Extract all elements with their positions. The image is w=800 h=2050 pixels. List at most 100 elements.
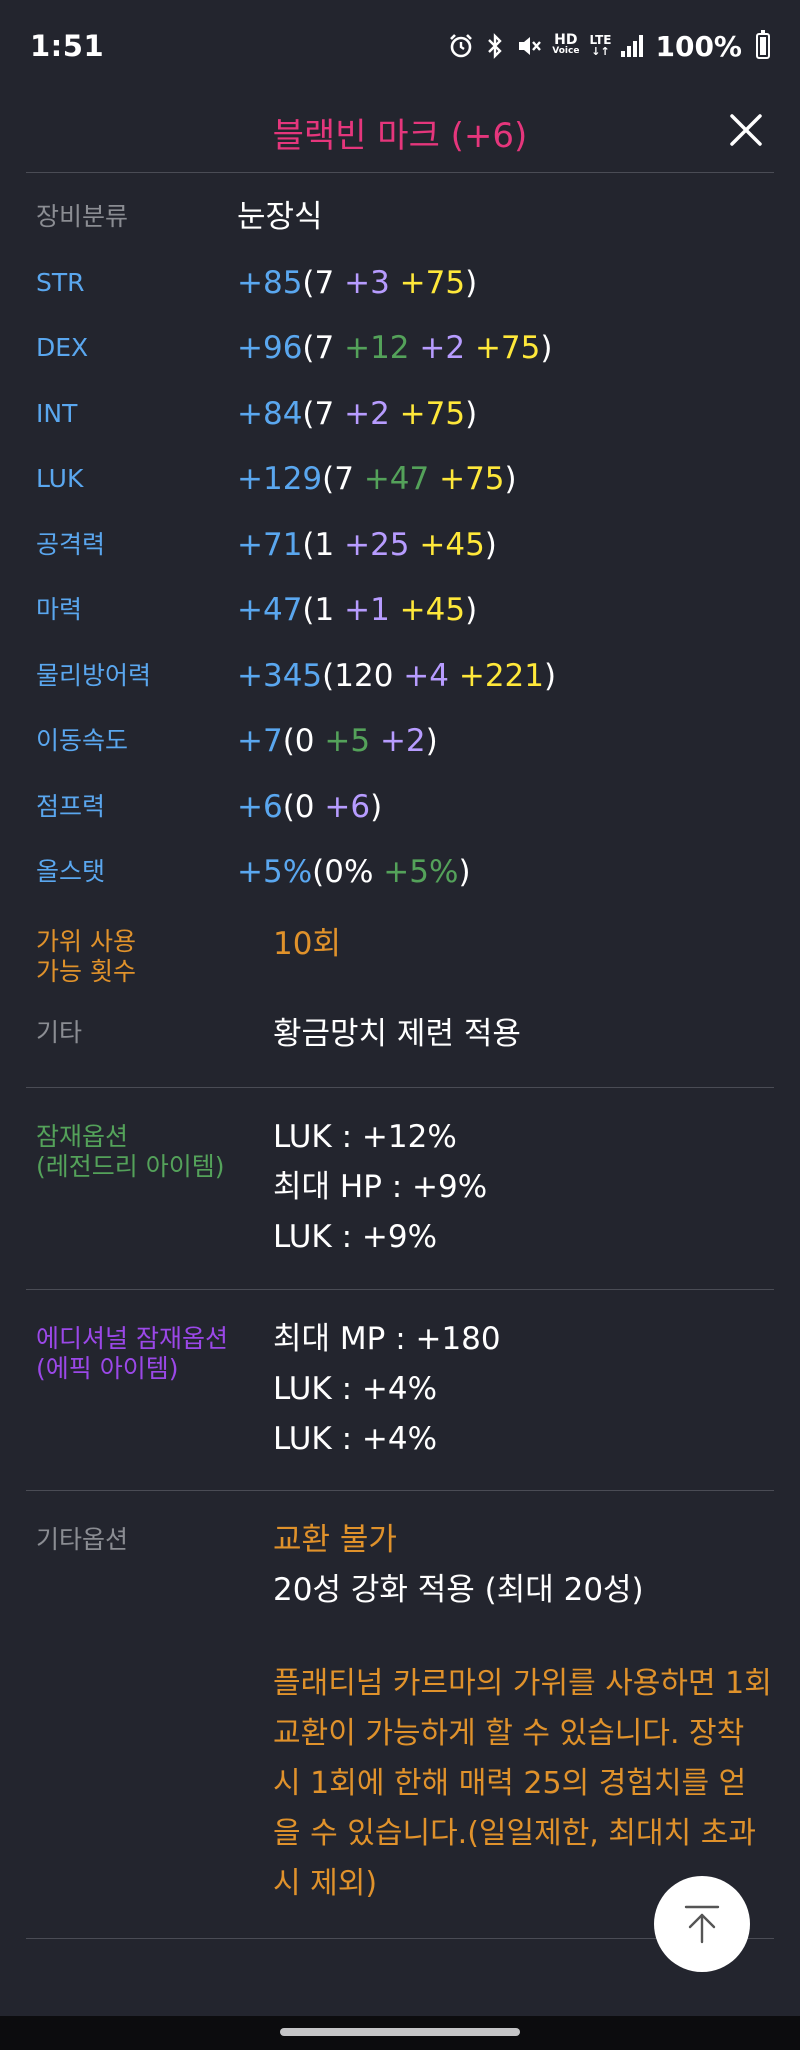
stat-value-part: +2 xyxy=(379,723,426,759)
stat-value-part: ) xyxy=(484,526,497,563)
section-divider xyxy=(26,1490,774,1491)
etc-value: 황금망치 제련 적용 xyxy=(273,1016,521,1052)
arrow-up-to-top-icon xyxy=(684,1905,720,1944)
trade-status: 교환 불가 xyxy=(273,1522,397,1558)
stat-value-part: 눈장식 xyxy=(237,199,323,235)
close-button[interactable] xyxy=(722,106,770,154)
stat-value: +84(7 +2 +75) xyxy=(237,387,477,434)
stat-value-part: +1 xyxy=(344,592,400,628)
stat-value-part: (1 xyxy=(302,526,345,563)
stat-label: STR xyxy=(36,267,85,297)
stat-value-part: +75 xyxy=(399,264,466,301)
stat-value-part: +75 xyxy=(474,330,541,366)
system-nav-bar xyxy=(0,2016,800,2050)
hd-voice-indicator: HD Voice xyxy=(552,32,580,56)
dialog-header: 블랙빈 마크 (+6) xyxy=(0,92,800,172)
stat-value-part: +2 xyxy=(419,330,475,366)
stat-row: 올스탯 +5%(0% +5%) xyxy=(0,845,800,911)
stat-value: +6(0 +6) xyxy=(237,780,382,827)
stat-value: 눈장식 xyxy=(237,190,323,237)
potential-line: LUK : +12% xyxy=(273,1119,457,1155)
scroll-top-button[interactable] xyxy=(654,1876,750,1972)
stat-value-part: +45 xyxy=(419,526,485,563)
stat-value-part: (0 xyxy=(282,788,325,825)
status-bar: 1:51 HD Voice LTE ↓↑ 100% xyxy=(0,0,800,92)
stat-value: +345(120 +4 +221) xyxy=(237,649,556,696)
stat-value-part: (1 xyxy=(302,592,345,628)
additional-potential-label: 에디셔널 잠재옵션 (에픽 아이템) xyxy=(36,1324,228,1383)
item-detail-page: 1:51 HD Voice LTE ↓↑ 100% 블랙빈 마크 (+6) 장비… xyxy=(0,0,800,2050)
battery-icon xyxy=(756,30,770,59)
other-options-section: 기타옵션 교환 불가 20성 강화 적용 (최대 20성) 플래티넘 카르마의 … xyxy=(0,1515,800,1915)
stat-value-part: +12 xyxy=(344,330,420,366)
scissors-value: 10회 xyxy=(273,926,341,962)
stat-value-part: ) xyxy=(465,264,478,301)
stat-row: 장비분류 눈장식 xyxy=(0,190,800,256)
stat-value: +5%(0% +5%) xyxy=(237,845,471,892)
stat-value-part: +75 xyxy=(439,461,505,497)
potential-line: 최대 HP : +9% xyxy=(273,1169,488,1205)
stat-label: 점프력 xyxy=(36,791,106,821)
stat-value-part: (0% xyxy=(312,854,384,890)
stat-row: 물리방어력 +345(120 +4 +221) xyxy=(0,649,800,715)
close-icon xyxy=(730,114,762,146)
stat-row: LUK +129(7 +47 +75) xyxy=(0,452,800,518)
stat-value-part: +7 xyxy=(237,723,283,759)
additional-potential-values: 최대 MP : +180 LUK : +4% LUK : +4% xyxy=(273,1314,501,1464)
additional-line: 최대 MP : +180 xyxy=(273,1321,501,1357)
stat-value-part: +25 xyxy=(344,526,420,563)
signal-icon xyxy=(621,35,644,57)
stat-row: 이동속도 +7(0 +5 +2) xyxy=(0,714,800,780)
star-force-text: 20성 강화 적용 (최대 20성) xyxy=(273,1572,644,1608)
item-title: 블랙빈 마크 (+6) xyxy=(272,115,528,156)
stat-value: +47(1 +1 +45) xyxy=(237,583,477,630)
stat-value-part: +5% xyxy=(383,854,459,890)
stat-label: 마력 xyxy=(36,595,83,624)
stat-label: 올스탯 xyxy=(36,857,106,886)
stat-row: 마력 +47(1 +1 +45) xyxy=(0,583,800,649)
stat-value-part: +85 xyxy=(237,264,303,301)
additional-line: LUK : +4% xyxy=(273,1371,438,1407)
scissors-label: 가위 사용 가능 횟수 xyxy=(36,927,136,986)
stat-label: 공격력 xyxy=(36,529,106,559)
scissors-row: 가위 사용 가능 횟수 10회 xyxy=(0,925,800,1005)
stat-value-part: +47 xyxy=(363,461,440,497)
stat-value-part: +47 xyxy=(237,592,303,628)
mute-icon xyxy=(516,33,542,59)
status-time: 1:51 xyxy=(30,29,105,63)
stat-value: +129(7 +47 +75) xyxy=(237,452,517,499)
stat-value-part: (7 xyxy=(302,330,345,366)
stat-value-part: +96 xyxy=(237,330,303,366)
stat-value-part: +75 xyxy=(399,395,466,432)
stat-value-part: +84 xyxy=(237,395,303,432)
stat-value-part: +5% xyxy=(237,854,313,890)
stat-label: INT xyxy=(36,398,78,428)
additional-potential-section: 에디셔널 잠재옵션 (에픽 아이템) 최대 MP : +180 LUK : +4… xyxy=(0,1314,800,1474)
stat-value-part: +5 xyxy=(324,723,380,759)
stat-value-part: +345 xyxy=(237,657,323,694)
other-options-values: 교환 불가 20성 강화 적용 (최대 20성) 플래티넘 카르마의 가위를 사… xyxy=(273,1515,773,1909)
stat-value: +7(0 +5 +2) xyxy=(237,714,438,761)
stat-row: 점프력 +6(0 +6) xyxy=(0,780,800,846)
home-gesture-handle[interactable] xyxy=(280,2028,520,2036)
stat-value-part: +129 xyxy=(237,461,323,497)
etc-row: 기타 황금망치 제련 적용 xyxy=(0,1015,800,1075)
additional-line: LUK : +4% xyxy=(273,1421,438,1457)
stat-value-part: ) xyxy=(370,788,383,825)
stat-label: 장비분류 xyxy=(36,202,129,231)
stat-row: STR +85(7 +3 +75) xyxy=(0,256,800,322)
stat-label: 이동속도 xyxy=(36,726,129,755)
stat-value-part: +221 xyxy=(458,657,544,694)
stat-value: +85(7 +3 +75) xyxy=(237,256,477,303)
lte-indicator: LTE ↓↑ xyxy=(589,33,612,58)
stat-row: 공격력 +71(1 +25 +45) xyxy=(0,518,800,584)
potential-label: 잠재옵션 (레전드리 아이템) xyxy=(36,1122,225,1181)
potential-values: LUK : +12% 최대 HP : +9% LUK : +9% xyxy=(273,1112,487,1262)
stat-value-part: (120 xyxy=(322,657,404,694)
karma-note: 플래티넘 카르마의 가위를 사용하면 1회 교환이 가능하게 할 수 있습니다.… xyxy=(273,1666,772,1901)
bluetooth-icon xyxy=(484,33,506,59)
stat-row: DEX +96(7 +12 +2 +75) xyxy=(0,321,800,387)
alarm-icon xyxy=(448,33,474,59)
stat-value-part: ) xyxy=(544,657,557,694)
stat-value-part: (7 xyxy=(322,461,364,497)
